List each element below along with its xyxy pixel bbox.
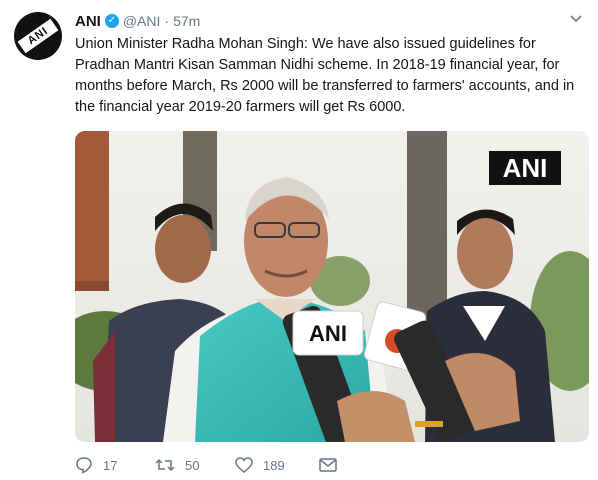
- verified-badge-icon: ✓: [104, 14, 119, 28]
- like-button[interactable]: 189: [235, 457, 319, 473]
- envelope-icon: [319, 458, 337, 472]
- chevron-down-icon[interactable]: [570, 12, 582, 26]
- timestamp[interactable]: 57m: [173, 13, 200, 29]
- tweet[interactable]: ANI ANI ✓ @ANI · 57m Union Minister Radh…: [0, 0, 598, 480]
- avatar-logo: ANI: [17, 18, 59, 54]
- heart-icon: [235, 457, 253, 473]
- author-name[interactable]: ANI: [75, 13, 101, 30]
- avatar[interactable]: ANI: [14, 12, 62, 60]
- retweet-icon: [155, 457, 175, 473]
- tweet-header: ANI ✓ @ANI · 57m: [75, 10, 200, 32]
- author-handle[interactable]: @ANI: [123, 13, 161, 29]
- separator: ·: [164, 13, 170, 29]
- retweet-count: 50: [185, 457, 200, 473]
- reply-icon: [75, 456, 93, 474]
- mic-left-label: ANI: [309, 321, 347, 346]
- action-bar: 17 50 189: [75, 456, 337, 474]
- direct-message-button[interactable]: [319, 458, 337, 472]
- tweet-photo[interactable]: ANI ANI: [75, 131, 589, 442]
- retweet-button[interactable]: 50: [155, 457, 235, 473]
- reply-count: 17: [103, 457, 118, 473]
- reply-button[interactable]: 17: [75, 456, 155, 474]
- tweet-text: Union Minister Radha Mohan Singh: We hav…: [75, 36, 575, 115]
- like-count: 189: [263, 457, 285, 473]
- ani-watermark: ANI: [503, 153, 548, 183]
